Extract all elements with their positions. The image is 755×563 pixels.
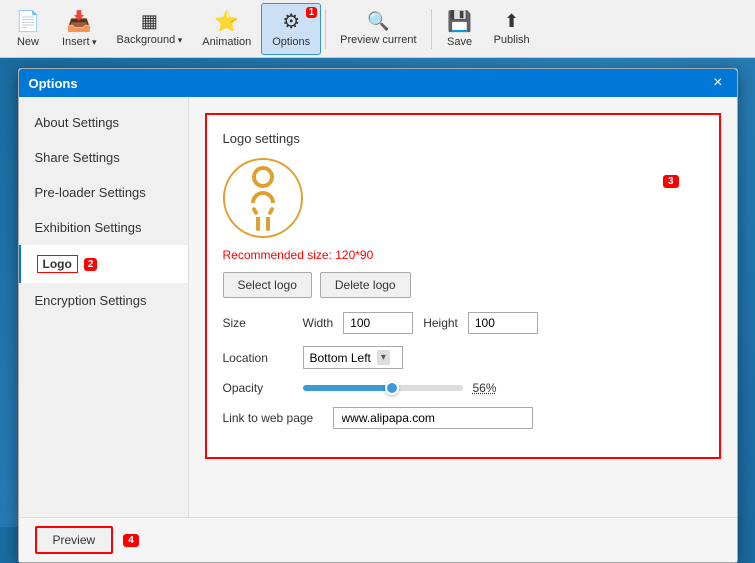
about-settings-label: About Settings [35, 115, 120, 130]
delete-logo-button[interactable]: Delete logo [320, 272, 411, 298]
toolbar-save[interactable]: 💾 Save [436, 3, 484, 55]
publish-icon: ⬆ [504, 11, 519, 32]
sidebar-item-exhibition-settings[interactable]: Exhibition Settings [19, 210, 188, 245]
dialog-titlebar: Options × [19, 69, 737, 97]
toolbar-new[interactable]: 📄 New [4, 3, 52, 55]
height-label: Height [423, 316, 458, 330]
content-panel: Logo settings [205, 113, 721, 459]
ok-arm-left [251, 206, 258, 215]
options-badge: 1 [306, 7, 318, 18]
opacity-slider-track[interactable] [303, 385, 463, 391]
location-label: Location [223, 351, 293, 365]
dialog-footer: Preview 4 [19, 517, 737, 562]
logo-badge: 2 [84, 258, 98, 271]
select-logo-button[interactable]: Select logo [223, 272, 312, 298]
badge-3: 3 [663, 175, 679, 188]
opacity-slider-fill [303, 385, 393, 391]
share-settings-label: Share Settings [35, 150, 120, 165]
encryption-settings-label: Encryption Settings [35, 293, 147, 308]
location-value: Bottom Left [310, 351, 371, 365]
ok-arm-right [267, 206, 274, 215]
toolbar-new-label: New [17, 36, 39, 48]
sidebar-item-pre-loader-settings[interactable]: Pre-loader Settings [19, 175, 188, 210]
logo-action-buttons: Select logo Delete logo [223, 272, 703, 298]
new-icon: 📄 [16, 9, 41, 34]
toolbar-publish[interactable]: ⬆ Publish [484, 3, 540, 55]
toolbar-options[interactable]: ⚙ Options 1 [261, 3, 321, 55]
animation-icon: ⭐ [214, 9, 239, 34]
sidebar-item-encryption-settings[interactable]: Encryption Settings [19, 283, 188, 318]
section-title: Logo settings [223, 131, 703, 146]
location-row: Location Bottom Left ▾ [223, 346, 703, 369]
width-input[interactable] [343, 312, 413, 334]
logo-preview [223, 158, 303, 238]
toolbar-separator [325, 9, 326, 49]
ok-leg-right [266, 217, 270, 231]
logo-box: Logo [37, 255, 78, 273]
toolbar-insert-label: Insert [62, 36, 97, 48]
badge-4: 4 [123, 534, 139, 547]
sidebar-item-share-settings[interactable]: Share Settings [19, 140, 188, 175]
ok-leg-left [256, 217, 260, 231]
sidebar-item-about-settings[interactable]: About Settings [19, 105, 188, 140]
toolbar-insert[interactable]: 📥 Insert [52, 3, 107, 55]
ok-head [252, 166, 274, 188]
ok-logo-icon [251, 166, 275, 231]
dialog-body: About Settings Share Settings Pre-loader… [19, 97, 737, 517]
pre-loader-settings-label: Pre-loader Settings [35, 185, 146, 200]
location-dropdown[interactable]: Bottom Left ▾ [303, 346, 403, 369]
link-input[interactable] [333, 407, 533, 429]
background-icon: ▦ [141, 11, 158, 32]
toolbar-save-label: Save [447, 36, 472, 48]
ok-legs [256, 217, 270, 231]
height-input[interactable] [468, 312, 538, 334]
content-area: Logo settings [189, 97, 737, 517]
toolbar-background-label: Background [117, 34, 183, 46]
save-icon: 💾 [447, 9, 472, 34]
opacity-label: Opacity [223, 381, 293, 395]
opacity-value: 56% [473, 381, 497, 395]
dropdown-arrow-icon: ▾ [377, 350, 390, 365]
opacity-row: Opacity 56% [223, 381, 703, 395]
toolbar-publish-label: Publish [494, 34, 530, 46]
dialog-title: Options [29, 76, 78, 91]
dialog-sidebar: About Settings Share Settings Pre-loader… [19, 97, 189, 517]
ok-body [251, 191, 275, 231]
link-row: Link to web page [223, 407, 703, 429]
insert-icon: 📥 [67, 9, 92, 34]
recommended-size: Recommended size: 120*90 [223, 248, 703, 262]
options-dialog: Options × About Settings Share Settings … [18, 68, 738, 563]
toolbar-background[interactable]: ▦ Background [107, 3, 193, 55]
toolbar-animation[interactable]: ⭐ Animation [192, 3, 261, 55]
sidebar-item-logo[interactable]: Logo 2 [19, 245, 188, 283]
modal-overlay: Options × About Settings Share Settings … [0, 58, 755, 527]
toolbar-options-label: Options [272, 36, 310, 48]
preview-current-icon: 🔍 [367, 11, 389, 32]
opacity-slider-container: 56% [303, 381, 497, 395]
width-label: Width [303, 316, 334, 330]
opacity-slider-thumb[interactable] [385, 381, 399, 395]
size-label: Size [223, 316, 293, 330]
dialog-close-button[interactable]: × [709, 75, 726, 91]
toolbar-preview-current[interactable]: 🔍 Preview current [330, 3, 426, 55]
size-row: Size Width Height [223, 312, 703, 334]
logo-label: Logo [43, 257, 72, 271]
link-label: Link to web page [223, 411, 323, 425]
toolbar: 📄 New 📥 Insert ▦ Background ⭐ Animation … [0, 0, 755, 58]
preview-button[interactable]: Preview [35, 526, 114, 554]
options-icon: ⚙ [282, 9, 300, 34]
toolbar-preview-current-label: Preview current [340, 34, 416, 46]
ok-torso [251, 191, 275, 203]
toolbar-separator2 [431, 9, 432, 49]
exhibition-settings-label: Exhibition Settings [35, 220, 142, 235]
toolbar-animation-label: Animation [202, 36, 251, 48]
